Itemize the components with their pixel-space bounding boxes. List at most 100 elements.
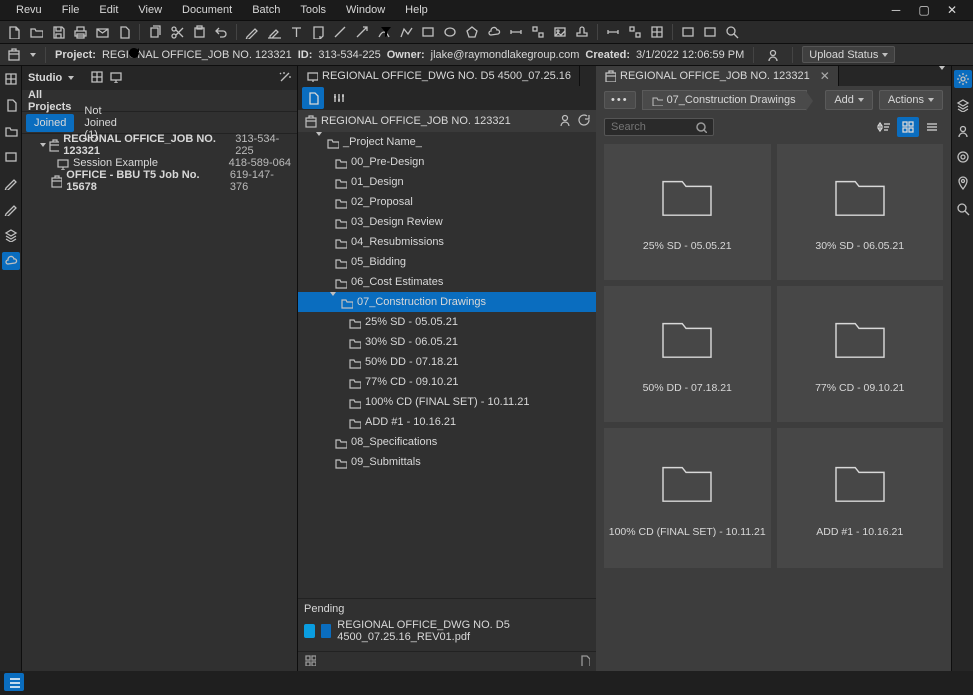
menu-tools[interactable]: Tools bbox=[290, 0, 336, 20]
nav-folder-row[interactable]: 50% DD - 07.18.21 bbox=[298, 352, 596, 372]
window-minimize[interactable]: ─ bbox=[889, 3, 903, 17]
nav-folder-row[interactable]: 30% SD - 06.05.21 bbox=[298, 332, 596, 352]
folder-card[interactable]: 77% CD - 09.10.21 bbox=[777, 286, 944, 422]
open-button[interactable] bbox=[26, 22, 46, 42]
nav-foot-doc-icon[interactable] bbox=[578, 654, 590, 669]
nav-folder-row[interactable]: 05_Bidding bbox=[298, 252, 596, 272]
rail-signatures[interactable] bbox=[2, 200, 20, 218]
tab-overflow-icon[interactable] bbox=[933, 70, 951, 82]
project-row[interactable]: REGIONAL OFFICE_JOB NO. 123321 313-534-2… bbox=[22, 136, 297, 154]
menu-bar: Revu File Edit View Document Batch Tools… bbox=[0, 0, 973, 20]
pending-file-row[interactable]: REGIONAL OFFICE_DWG NO. D5 4500_07.25.16… bbox=[304, 615, 590, 647]
folder-card[interactable]: 30% SD - 06.05.21 bbox=[777, 144, 944, 280]
select-button[interactable] bbox=[700, 22, 720, 42]
menu-help[interactable]: Help bbox=[395, 0, 438, 20]
tab-joined[interactable]: Joined bbox=[26, 114, 74, 132]
rail-places[interactable] bbox=[954, 174, 972, 192]
nav-folder-row[interactable]: 06_Cost Estimates bbox=[298, 272, 596, 292]
rail-bookmarks[interactable] bbox=[2, 96, 20, 114]
pending-section: Pending REGIONAL OFFICE_DWG NO. D5 4500_… bbox=[298, 598, 596, 651]
sort-button[interactable] bbox=[873, 117, 895, 137]
breadcrumb-bar: ••• 07_Construction Drawings Add Actions bbox=[596, 86, 951, 114]
project-dropdown-icon[interactable] bbox=[30, 53, 36, 57]
nav-folder-row[interactable]: 100% CD (FINAL SET) - 10.11.21 bbox=[298, 392, 596, 412]
rail-layers[interactable] bbox=[2, 226, 20, 244]
menu-edit[interactable]: Edit bbox=[89, 0, 128, 20]
pan-button[interactable] bbox=[678, 22, 698, 42]
project-row[interactable]: OFFICE - BBU T5 Job No. 15678 619-147-37… bbox=[22, 172, 297, 190]
nav-folder-row[interactable]: 02_Proposal bbox=[298, 192, 596, 212]
pending-label: Pending bbox=[304, 603, 590, 615]
studio-panel: Studio All Projects Joined Not Joined (1… bbox=[22, 66, 298, 671]
nav-folder-row[interactable]: 09_Submittals bbox=[298, 452, 596, 472]
menu-document[interactable]: Document bbox=[172, 0, 242, 20]
pending-status-icon bbox=[304, 624, 315, 638]
right-rail bbox=[951, 66, 973, 671]
nav-folder-row[interactable]: _Project Name_ bbox=[298, 132, 596, 152]
document-tabs: REGIONAL OFFICE_DWG NO. D5 4500_07.25.16 bbox=[298, 66, 596, 86]
nav-tree: _Project Name_00_Pre-Design01_Design02_P… bbox=[298, 132, 596, 598]
nav-tab-strip bbox=[298, 86, 596, 110]
nav-folder-row[interactable]: 25% SD - 05.05.21 bbox=[298, 312, 596, 332]
save-button[interactable] bbox=[48, 22, 68, 42]
studio-title: Studio bbox=[28, 72, 62, 84]
rail-layers-r[interactable] bbox=[954, 96, 972, 114]
rail-measurements[interactable] bbox=[954, 148, 972, 166]
markups-list-button[interactable] bbox=[4, 673, 24, 691]
document-tab[interactable]: REGIONAL OFFICE_DWG NO. D5 4500_07.25.16 bbox=[298, 66, 580, 86]
tile-view-button[interactable] bbox=[897, 117, 919, 137]
rail-thumbnails[interactable] bbox=[2, 70, 20, 88]
menu-window[interactable]: Window bbox=[336, 0, 395, 20]
project-icon[interactable] bbox=[4, 45, 24, 65]
breadcrumb-item[interactable]: 07_Construction Drawings bbox=[642, 90, 807, 110]
nav-folder-row[interactable]: 03_Design Review bbox=[298, 212, 596, 232]
nav-folder-row[interactable]: 77% CD - 09.10.21 bbox=[298, 372, 596, 392]
rail-user-r[interactable] bbox=[954, 122, 972, 140]
folder-grid: 25% SD - 05.05.2130% SD - 06.05.2150% DD… bbox=[596, 140, 951, 671]
actions-button[interactable]: Actions bbox=[879, 90, 943, 110]
menu-revu[interactable]: Revu bbox=[6, 0, 52, 20]
folder-card[interactable]: ADD #1 - 10.16.21 bbox=[777, 428, 944, 568]
search-input[interactable] bbox=[611, 121, 681, 133]
zoom-button[interactable] bbox=[722, 22, 742, 42]
nav-folder-row[interactable]: 08_Specifications bbox=[298, 432, 596, 452]
upload-status-button[interactable]: Upload Status bbox=[802, 46, 895, 63]
menu-batch[interactable]: Batch bbox=[242, 0, 290, 20]
search-icon bbox=[695, 121, 707, 133]
list-view-button[interactable] bbox=[921, 117, 943, 137]
content-tab[interactable]: REGIONAL OFFICE_JOB NO. 123321 ✕ bbox=[596, 66, 839, 86]
folder-card[interactable]: 25% SD - 05.05.21 bbox=[604, 144, 771, 280]
nav-folder-row[interactable]: 00_Pre-Design bbox=[298, 152, 596, 172]
window-maximize[interactable]: ▢ bbox=[917, 3, 931, 17]
search-box[interactable] bbox=[604, 118, 714, 136]
nav-sync-icon[interactable] bbox=[577, 113, 590, 129]
close-tab-icon[interactable]: ✕ bbox=[820, 69, 830, 83]
nav-settings-tab[interactable] bbox=[328, 87, 350, 109]
nav-folder-row[interactable]: 01_Design bbox=[298, 172, 596, 192]
nav-footer bbox=[298, 651, 596, 671]
nav-user-icon[interactable] bbox=[558, 113, 571, 129]
folder-card[interactable]: 100% CD (FINAL SET) - 10.11.21 bbox=[604, 428, 771, 568]
project-icon bbox=[304, 115, 317, 128]
add-button[interactable]: Add bbox=[825, 90, 873, 110]
rail-search-r[interactable] bbox=[954, 200, 972, 218]
nav-foot-grid-icon[interactable] bbox=[304, 654, 316, 669]
menu-file[interactable]: File bbox=[52, 0, 90, 20]
folder-card[interactable]: 50% DD - 07.18.21 bbox=[604, 286, 771, 422]
rail-properties[interactable] bbox=[954, 70, 972, 88]
nav-folder-row[interactable]: 04_Resubmissions bbox=[298, 232, 596, 252]
rail-tools[interactable] bbox=[2, 148, 20, 166]
new-button[interactable] bbox=[4, 22, 24, 42]
breadcrumb-overflow[interactable]: ••• bbox=[604, 91, 636, 109]
user-search-button[interactable] bbox=[763, 45, 783, 65]
rail-files[interactable] bbox=[2, 122, 20, 140]
nav-project-name: REGIONAL OFFICE_JOB NO. 123321 bbox=[321, 115, 511, 127]
nav-folder-row[interactable]: 07_Construction Drawings bbox=[298, 292, 596, 312]
rail-markups[interactable] bbox=[2, 174, 20, 192]
nav-folder-row[interactable]: ADD #1 - 10.16.21 bbox=[298, 412, 596, 432]
nav-files-tab[interactable] bbox=[302, 87, 324, 109]
window-close[interactable]: ✕ bbox=[945, 3, 959, 17]
rail-studio[interactable] bbox=[2, 252, 20, 270]
left-rail bbox=[0, 66, 22, 671]
menu-view[interactable]: View bbox=[128, 0, 172, 20]
